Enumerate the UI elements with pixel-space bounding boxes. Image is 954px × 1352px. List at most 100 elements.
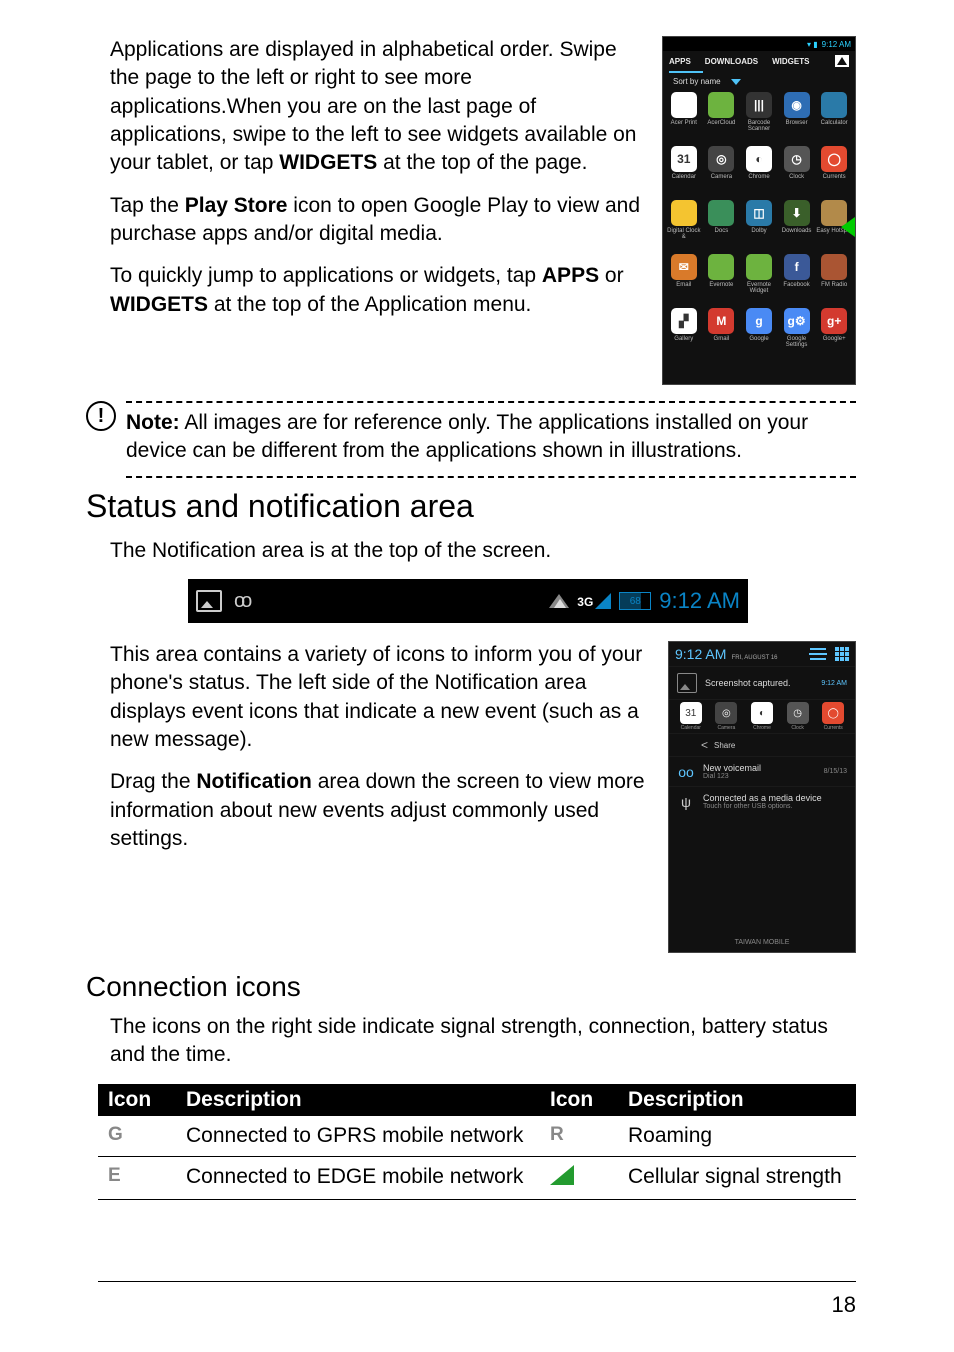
app-icon [708,92,734,118]
app-cell: Digital Clock & [665,200,703,254]
qs-icon: ◯ [822,702,844,724]
paragraph-icons-variety: This area contains a variety of icons to… [110,641,652,754]
app-label: Currents [823,174,846,180]
screenshot-notif: Screenshot captured. [705,678,813,688]
app-icon [671,92,697,118]
network-type-label: 3G [577,595,593,609]
voicemail-icon: oo [234,590,248,613]
qs-label: Clock [791,725,804,731]
wifi-icon [549,594,569,608]
app-icon: ▞ [671,308,697,334]
app-label: Evernote Widget [740,282,778,294]
qs-cell: 31Calendar [673,702,709,731]
paragraph-apps-order: Applications are displayed in alphabetic… [110,36,646,178]
app-label: Acer Print [671,120,697,126]
shop-icon [835,55,849,67]
app-cell: Calculator [815,92,853,146]
app-cell: |||Barcode Scanner [740,92,778,146]
qs-icon: 31 [680,702,702,724]
status-bar-strip: oo 3G 68 9:12 AM [188,579,748,623]
app-label: Docs [715,228,729,234]
app-cell: Evernote Widget [740,254,778,308]
app-icon: g [746,308,772,334]
app-icon: ◎ [708,146,734,172]
app-cell: ◷Clock [778,146,816,200]
app-cell: ◎ Camera [703,146,741,200]
usb-sub: Touch for other USB options. [703,803,847,810]
app-label: Google Settings [778,336,816,348]
app-label: Gmail [714,336,730,342]
qs-label: Calendar [681,725,701,731]
share-label: Share [714,741,735,750]
phone-status-time: 9:12 AM [822,40,851,49]
carrier-label: TAIWAN MOBILE [669,939,855,946]
app-cell: ◫ Dolby [740,200,778,254]
shade-date: FRI, AUGUST 16 [732,655,778,661]
app-label: Chrome [748,174,769,180]
paragraph-drag-notification: Drag the Notification area down the scre… [110,768,652,853]
app-label: Gallery [674,336,693,342]
app-label: Camera [711,174,732,180]
paragraph-conn-icons: The icons on the right side indicate sig… [110,1013,856,1070]
app-cell: ◯Currents [815,146,853,200]
app-icon: ◉ [784,92,810,118]
heading-connection-icons: Connection icons [86,971,856,1003]
app-label: Barcode Scanner [740,120,778,132]
paragraph-apps-widgets: To quickly jump to applications or widge… [110,262,646,319]
app-cell: Evernote [703,254,741,308]
qs-icon: ◐ [751,702,773,724]
app-cell: g+Google+ [815,308,853,362]
app-icon [821,92,847,118]
app-cell: g Google [740,308,778,362]
icon-gprs: G [98,1116,176,1157]
qs-label: Currents [824,725,843,731]
app-cell: 31Calendar [665,146,703,200]
connection-icons-table: Icon Description Icon Description G Conn… [98,1084,856,1200]
signal-bars-icon [595,593,611,609]
app-icon: ◷ [784,146,810,172]
app-icon [708,200,734,226]
app-icon [821,254,847,280]
desc-edge: Connected to EDGE mobile network [176,1156,540,1199]
th-icon-1: Icon [98,1084,176,1116]
app-label: Calendar [672,174,696,180]
app-label: Google+ [823,336,846,342]
app-label: Dolby [751,228,766,234]
footer-rule [98,1281,856,1282]
share-icon: < [701,738,708,752]
page-number: 18 [832,1292,856,1318]
app-cell: FM Radio [815,254,853,308]
app-label: Email [676,282,691,288]
app-icon: g⚙ [784,308,810,334]
app-icon [671,200,697,226]
th-icon-2: Icon [540,1084,618,1116]
app-icon [708,254,734,280]
voicemail-notif-icon: oo [677,764,695,780]
app-icon: ✉ [671,254,697,280]
settings-slider-icon [809,653,827,655]
note-icon: ! [86,401,116,431]
heading-status-area: Status and notification area [86,488,856,525]
status-time: 9:12 AM [659,588,740,614]
app-cell: ✉ Email [665,254,703,308]
screenshot-icon [196,590,222,612]
th-desc-1: Description [176,1084,540,1116]
app-label: Digital Clock & [665,228,703,240]
qs-cell: ◯Currents [815,702,851,731]
voicemail-sub: Dial 123 [703,773,816,780]
app-icon: ◫ [746,200,772,226]
swipe-arrow-icon [841,217,855,237]
voicemail-title: New voicemail [703,763,816,773]
dropdown-icon [731,79,741,85]
app-label: Facebook [783,282,809,288]
app-label: AcerCloud [707,120,735,126]
tab-widgets: WIDGETS [772,57,809,66]
usb-icon: ψ [677,794,695,810]
sort-by-name: Sort by name [673,77,721,86]
shade-time: 9:12 AM [675,646,726,662]
app-label: Google [749,336,768,342]
app-cell: ◐Chrome [740,146,778,200]
app-cell: ▞ Gallery [665,308,703,362]
app-cell: AcerCloud [703,92,741,146]
qs-label: Chrome [753,725,771,731]
